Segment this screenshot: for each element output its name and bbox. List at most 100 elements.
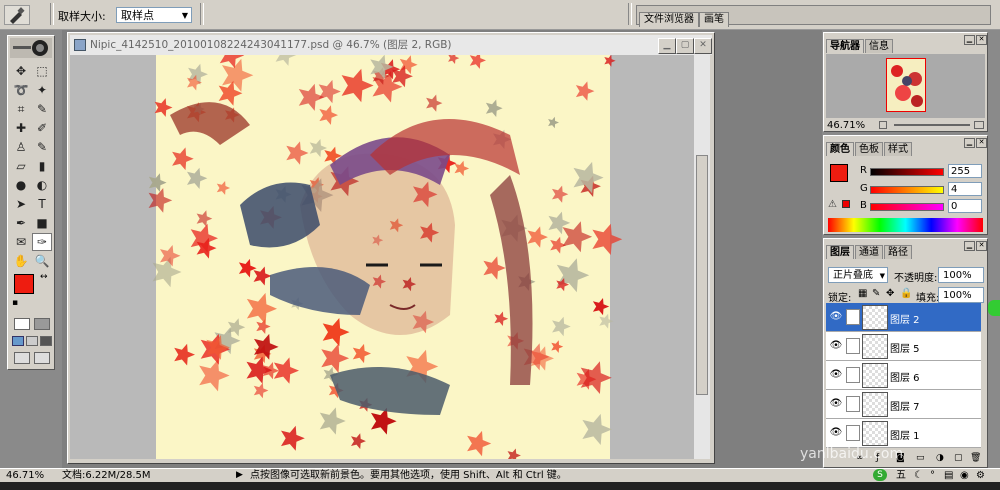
blur-tool-icon[interactable]: ● — [11, 176, 31, 194]
lock-brush-icon[interactable]: ✎ — [872, 288, 880, 299]
type-tool-icon[interactable]: T — [32, 195, 52, 213]
panel-close-button[interactable]: ✕ — [976, 241, 987, 251]
panel-close-button[interactable]: ✕ — [976, 138, 987, 148]
gamut-warning-icon[interactable]: ⚠ — [828, 199, 837, 210]
status-zoom[interactable]: 46.71% — [6, 469, 44, 482]
tab-navigator[interactable]: 导航器 — [826, 39, 864, 53]
zoom-in-icon[interactable] — [974, 121, 984, 129]
punctuation-icon[interactable]: ° — [930, 469, 935, 482]
g-value[interactable]: 4 — [948, 182, 982, 196]
screen-mode-standard-icon[interactable] — [12, 336, 24, 346]
visibility-eye-icon[interactable]: 👁 — [829, 427, 843, 439]
layer-name[interactable]: 图层 7 — [890, 398, 920, 413]
settings-icon[interactable]: ⚙ — [976, 469, 985, 482]
keyboard-icon[interactable]: ▤ — [944, 469, 953, 482]
layer-link-box[interactable] — [846, 309, 860, 325]
layer-name[interactable]: 图层 2 — [890, 311, 920, 326]
navigator-preview[interactable] — [826, 54, 985, 118]
brush-tool-icon[interactable]: ✐ — [32, 119, 52, 137]
lock-move-icon[interactable]: ✥ — [886, 288, 894, 299]
visibility-eye-icon[interactable]: 👁 — [829, 369, 843, 381]
g-slider[interactable] — [870, 186, 944, 194]
delete-layer-icon[interactable]: 🗑 — [970, 453, 981, 463]
status-doc-info[interactable]: 文档:6.22M/28.5M — [62, 469, 151, 482]
magic-wand-icon[interactable]: ✦ — [32, 81, 52, 99]
visibility-eye-icon[interactable]: 👁 — [829, 311, 843, 323]
tab-channels[interactable]: 通道 — [855, 245, 883, 259]
panel-close-button[interactable]: ✕ — [976, 35, 987, 45]
eyedropper-tool-icon[interactable]: ✑ — [32, 233, 52, 251]
move-tool-icon[interactable]: ✥ — [11, 62, 31, 80]
moon-icon[interactable]: ☾ — [914, 469, 923, 482]
tab-layers[interactable]: 图层 — [826, 245, 854, 259]
layer-name[interactable]: 图层 5 — [890, 340, 920, 355]
opacity-field[interactable]: 100% — [938, 267, 984, 283]
screen-mode-full-icon[interactable] — [40, 336, 52, 346]
visibility-eye-icon[interactable]: 👁 — [829, 398, 843, 410]
lock-all-icon[interactable]: 🔒 — [900, 288, 912, 299]
canvas-area[interactable] — [70, 55, 694, 459]
visibility-eye-icon[interactable]: 👁 — [829, 340, 843, 352]
b-value[interactable]: 0 — [948, 199, 982, 213]
zoom-tool-icon[interactable]: 🔍 — [32, 252, 52, 270]
marquee-tool-icon[interactable]: ⬚ — [32, 62, 52, 80]
layer-row[interactable]: 👁 图层 5 — [826, 332, 981, 361]
imageready-icon[interactable] — [34, 352, 50, 364]
zoom-out-icon[interactable] — [879, 121, 887, 129]
foreground-color-swatch[interactable] — [14, 274, 34, 294]
user-icon[interactable]: ◉ — [960, 469, 969, 482]
color-ramp[interactable] — [828, 218, 983, 232]
path-select-icon[interactable]: ➤ — [11, 195, 31, 213]
ime-mode-label[interactable]: 五 — [896, 469, 906, 482]
eraser-tool-icon[interactable]: ▱ — [11, 157, 31, 175]
default-colors-icon[interactable]: ▪ — [12, 298, 18, 308]
maximize-button[interactable]: ▢ — [676, 38, 694, 54]
tab-color[interactable]: 颜色 — [826, 142, 854, 156]
color-panel-foreground[interactable] — [830, 164, 848, 182]
gamut-color-swatch[interactable] — [842, 200, 850, 208]
blend-mode-select[interactable]: 正片叠底 ▼ — [828, 267, 888, 283]
tab-paths[interactable]: 路径 — [884, 245, 912, 259]
hand-tool-icon[interactable]: ✋ — [11, 252, 31, 270]
jump-to-imageready-icon[interactable] — [14, 352, 30, 364]
new-group-icon[interactable]: ▭ — [916, 453, 925, 463]
layer-link-box[interactable] — [846, 338, 860, 354]
layer-name[interactable]: 图层 6 — [890, 369, 920, 384]
layer-name[interactable]: 图层 1 — [890, 427, 920, 442]
tab-brushes[interactable]: 画笔 — [699, 12, 729, 27]
screen-mode-full-menu-icon[interactable] — [26, 336, 38, 346]
layer-row[interactable]: 👁 图层 2 — [826, 303, 981, 332]
panel-minimize-button[interactable]: ▁ — [964, 35, 975, 45]
clone-stamp-icon[interactable]: ♙ — [11, 138, 31, 156]
layer-row[interactable]: 👁 图层 6 — [826, 361, 981, 390]
navigator-zoom-value[interactable]: 46.71% — [827, 120, 865, 131]
ime-icon[interactable]: S — [873, 469, 887, 481]
layer-link-box[interactable] — [846, 396, 860, 412]
shape-tool-icon[interactable]: ■ — [32, 214, 52, 232]
navigator-view-box[interactable] — [886, 58, 926, 112]
quick-mask-button[interactable] — [34, 318, 50, 330]
tool-preset-picker[interactable] — [4, 5, 30, 25]
zoom-slider[interactable] — [894, 124, 970, 126]
r-slider[interactable] — [870, 168, 944, 176]
layer-link-box[interactable] — [846, 425, 860, 441]
tab-file-browser[interactable]: 文件浏览器 — [639, 12, 699, 27]
history-brush-icon[interactable]: ✎ — [32, 138, 52, 156]
adobe-online-button[interactable] — [10, 38, 52, 58]
side-expand-button[interactable] — [988, 300, 1000, 316]
panel-minimize-button[interactable]: ▁ — [964, 138, 975, 148]
b-slider[interactable] — [870, 203, 944, 211]
sample-size-select[interactable]: 取样点 ▼ — [116, 7, 192, 23]
standard-mode-button[interactable] — [14, 318, 30, 330]
vertical-scrollbar[interactable] — [694, 55, 710, 459]
lasso-tool-icon[interactable]: ➰ — [11, 81, 31, 99]
lock-transparency-icon[interactable]: ▦ — [858, 288, 867, 299]
close-button[interactable]: ✕ — [694, 38, 712, 54]
document-title-bar[interactable]: Nipic_4142510_20100108224243041177.psd @… — [70, 35, 712, 55]
artwork-canvas[interactable] — [70, 55, 694, 459]
panel-minimize-button[interactable]: ▁ — [964, 241, 975, 251]
fill-field[interactable]: 100% — [938, 287, 984, 303]
crop-tool-icon[interactable]: ⌗ — [11, 100, 31, 118]
dodge-tool-icon[interactable]: ◐ — [32, 176, 52, 194]
minimize-button[interactable]: ▁ — [658, 38, 676, 54]
